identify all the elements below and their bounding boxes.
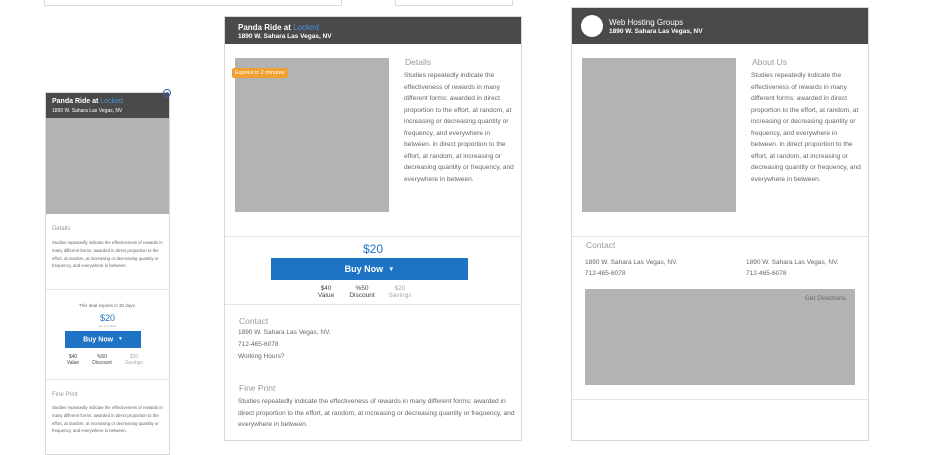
divider — [225, 236, 521, 237]
buy-now-button[interactable]: Buy Now ▼ — [271, 258, 468, 280]
stat-discount: %50 Discount — [92, 354, 112, 366]
contact-phone: 712-465-6078 — [238, 341, 279, 348]
business-card: Web Hosting Groups 1890 W. Sahara Las Ve… — [571, 7, 869, 441]
fine-print-text: Studies repeatedly indicate the effectiv… — [238, 398, 515, 428]
business-name: Web Hosting Groups — [609, 18, 684, 27]
chevron-down-icon: ▼ — [118, 337, 123, 342]
deal-card: Panda Ride at Locked 1890 W. Sahara Las … — [224, 16, 522, 441]
contact-phone-right: 712-465-6078 — [746, 270, 787, 277]
contact-phone-left: 712-465-6078 — [585, 270, 626, 277]
contact-address-left: 1890 W. Sahara Las Vegas, NV. — [585, 259, 678, 266]
stat-value: $40 Value — [66, 354, 80, 366]
location-link[interactable]: Locked — [293, 23, 319, 32]
stat-savings: $20 Savings — [125, 354, 143, 366]
deal-price: $20 — [362, 242, 384, 256]
stat-value: $40 Value — [317, 285, 335, 300]
card-title: Panda Ride at Locked — [238, 23, 319, 32]
map[interactable]: Get Directions — [585, 289, 855, 385]
get-directions-link[interactable]: Get Directions — [805, 295, 846, 302]
details-heading: Details — [405, 57, 431, 67]
price-note: per purchase — [98, 324, 117, 328]
business-image — [582, 58, 736, 212]
chevron-down-icon: ▼ — [388, 265, 395, 273]
fine-print-heading: Fine Print — [239, 383, 276, 393]
deal-price: $20 — [99, 313, 116, 323]
fine-print-text: Studies repeatedly indicate the effectiv… — [52, 405, 163, 434]
details-text: Studies repeatedly indicate the effectiv… — [404, 72, 514, 183]
card-address: 1890 W. Sahara Las Vegas, NV — [52, 108, 123, 114]
card-header: Panda Ride at Locked 1890 W. Sahara Las … — [225, 17, 521, 44]
avatar — [581, 15, 603, 37]
deal-expiry-text: This deal expires in 30 days. — [78, 303, 137, 308]
business-address: 1890 W. Sahara Las Vegas, NV — [609, 28, 703, 35]
expiry-badge: Expires in 2 minutes — [232, 68, 288, 78]
info-icon[interactable] — [163, 89, 171, 97]
card-header: Web Hosting Groups 1890 W. Sahara Las Ve… — [572, 8, 868, 44]
stat-discount: %50 Discount — [349, 285, 375, 300]
divider — [572, 399, 868, 400]
buy-now-button[interactable]: Buy Now ▼ — [65, 331, 141, 348]
details-text: Studies repeatedly indicate the effectiv… — [52, 240, 163, 269]
contact-heading: Contact — [239, 316, 269, 326]
top-stub-right — [395, 0, 513, 6]
divider — [46, 289, 169, 290]
about-heading: About Us — [752, 57, 787, 67]
contact-heading: Contact — [586, 240, 616, 250]
card-header: Panda Ride at Locked 1890 W. Sahara Las … — [46, 93, 169, 118]
divider — [572, 236, 868, 237]
deal-image — [235, 58, 389, 212]
card-title: Panda Ride at Locked — [52, 98, 123, 105]
location-link[interactable]: Locked — [100, 98, 123, 105]
contact-address-right: 1890 W. Sahara Las Vegas, NV. — [746, 259, 839, 266]
deal-image — [46, 118, 169, 214]
about-text: Studies repeatedly indicate the effectiv… — [751, 72, 861, 183]
divider — [225, 304, 521, 305]
fine-print-heading: Fine Print — [52, 392, 78, 398]
contact-address: 1890 W. Sahara Las Vegas, NV. — [238, 329, 331, 336]
stat-savings: $20 Savings — [388, 285, 412, 300]
card-address: 1890 W. Sahara Las Vegas, NV — [238, 33, 332, 40]
mobile-deal-card: Panda Ride at Locked 1890 W. Sahara Las … — [45, 92, 170, 455]
working-hours: Working Hours? — [238, 353, 285, 360]
details-heading: Details — [52, 226, 71, 232]
top-stub-left — [44, 0, 342, 6]
divider — [46, 379, 169, 380]
